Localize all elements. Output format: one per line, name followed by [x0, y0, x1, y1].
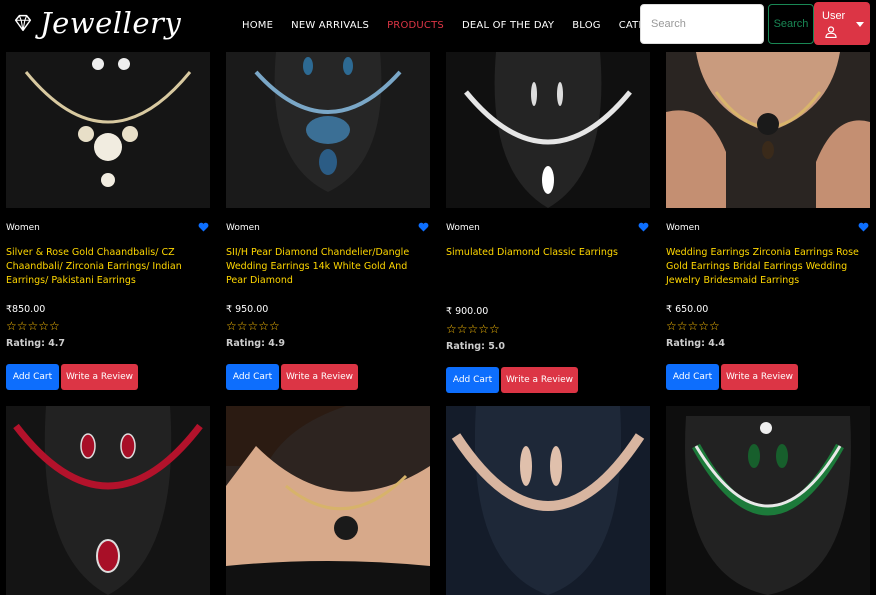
nav-products[interactable]: PRODUCTS: [387, 20, 444, 31]
star-rating[interactable]: ☆☆☆☆☆: [226, 320, 280, 332]
necklace-image: [226, 406, 430, 595]
heart-icon[interactable]: [638, 222, 649, 232]
necklace-image: [226, 52, 430, 208]
product-category: Women: [666, 223, 700, 233]
product-image[interactable]: [6, 406, 210, 595]
product-category: Women: [226, 223, 260, 233]
star-rating[interactable]: ☆☆☆☆☆: [446, 323, 500, 335]
user-dropdown-button[interactable]: User: [814, 2, 870, 45]
add-cart-button[interactable]: Add Cart: [446, 367, 499, 393]
heart-icon[interactable]: [418, 222, 429, 232]
rating-text: Rating: 4.4: [666, 338, 726, 349]
heart-icon[interactable]: [858, 222, 869, 232]
product-image[interactable]: [666, 52, 870, 208]
product-image[interactable]: [226, 52, 430, 208]
necklace-image: [666, 52, 870, 208]
brand-name: Jewellery: [40, 6, 182, 40]
product-title[interactable]: Wedding Earrings Zirconia Earrings Rose …: [666, 246, 866, 288]
diamond-icon: [14, 14, 32, 32]
product-image[interactable]: [446, 52, 650, 208]
product-price: ₹850.00: [6, 304, 46, 315]
write-review-button[interactable]: Write a Review: [721, 364, 798, 390]
write-review-button[interactable]: Write a Review: [281, 364, 358, 390]
necklace-image: [6, 52, 210, 208]
product-title[interactable]: Simulated Diamond Classic Earrings: [446, 246, 646, 260]
rating-text: Rating: 4.9: [226, 338, 286, 349]
add-cart-button[interactable]: Add Cart: [666, 364, 719, 390]
star-rating[interactable]: ☆☆☆☆☆: [666, 320, 720, 332]
necklace-image: [666, 406, 870, 595]
product-price: ₹ 900.00: [446, 306, 489, 317]
write-review-button[interactable]: Write a Review: [501, 367, 578, 393]
write-review-button[interactable]: Write a Review: [61, 364, 138, 390]
add-cart-button[interactable]: Add Cart: [226, 364, 279, 390]
product-category: Women: [6, 223, 40, 233]
rating-text: Rating: 4.7: [6, 338, 66, 349]
product-title[interactable]: Silver & Rose Gold Chaandbalis/ CZ Chaan…: [6, 246, 206, 288]
product-category: Women: [446, 223, 480, 233]
product-price: ₹ 650.00: [666, 304, 709, 315]
rating-text: Rating: 5.0: [446, 341, 506, 352]
star-rating[interactable]: ☆☆☆☆☆: [6, 320, 60, 332]
nav-new-arrivals[interactable]: NEW ARRIVALS: [291, 20, 369, 31]
product-image[interactable]: [6, 52, 210, 208]
nav-home[interactable]: HOME: [242, 20, 273, 31]
chevron-down-icon: [856, 22, 864, 27]
nav-links: HOME NEW ARRIVALS PRODUCTS DEAL OF THE D…: [242, 20, 701, 31]
necklace-image: [446, 406, 650, 595]
heart-icon[interactable]: [198, 222, 209, 232]
search-button[interactable]: Search: [768, 4, 814, 44]
navbar: Jewellery HOME NEW ARRIVALS PRODUCTS DEA…: [0, 0, 876, 52]
search-input[interactable]: Search: [640, 4, 764, 44]
user-icon: [825, 26, 837, 38]
product-image[interactable]: [666, 406, 870, 595]
product-price: ₹ 950.00: [226, 304, 269, 315]
product-title[interactable]: SII/H Pear Diamond Chandelier/Dangle Wed…: [226, 246, 426, 288]
add-cart-button[interactable]: Add Cart: [6, 364, 59, 390]
product-image[interactable]: [446, 406, 650, 595]
nav-deal-of-the-day[interactable]: DEAL OF THE DAY: [462, 20, 554, 31]
nav-blog[interactable]: BLOG: [572, 20, 601, 31]
product-image[interactable]: [226, 406, 430, 595]
user-label: User: [822, 10, 846, 22]
necklace-image: [6, 406, 210, 595]
brand[interactable]: Jewellery: [12, 6, 181, 40]
necklace-image: [446, 52, 650, 208]
